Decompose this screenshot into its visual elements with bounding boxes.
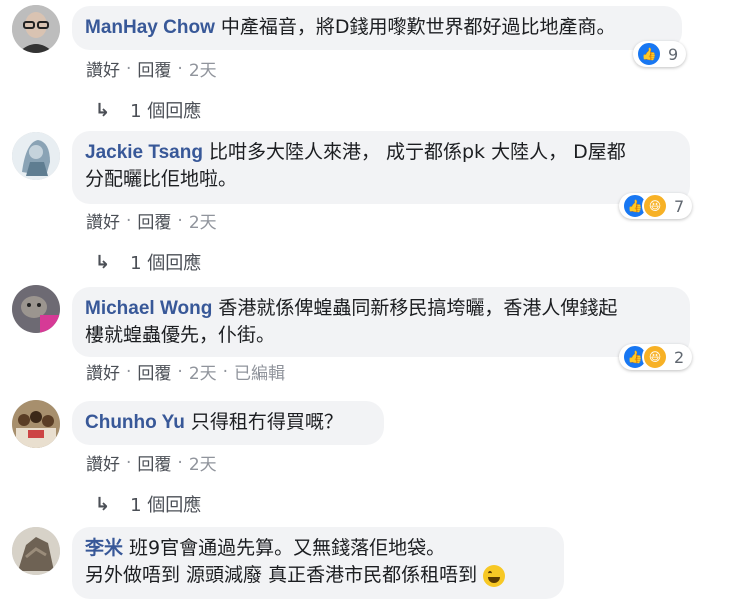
haha-reaction-icon: 😆 — [642, 193, 668, 219]
comment-text: 香港就係俾蝗蟲同新移民搞垮曬，香港人俾錢起 — [218, 297, 618, 319]
timestamp[interactable]: 2天 — [189, 208, 217, 233]
avatar[interactable] — [12, 5, 60, 53]
view-replies[interactable]: ↳ 1 個回應 — [95, 97, 201, 123]
reply-arrow-icon: ↳ — [95, 99, 111, 121]
replies-count[interactable]: 1 個回應 — [130, 97, 201, 123]
avatar[interactable] — [12, 527, 60, 575]
timestamp[interactable]: 2天 — [189, 56, 217, 81]
edited-label[interactable]: 已編輯 — [234, 359, 285, 384]
reaction-badge[interactable]: 👍 😆 2 — [619, 344, 693, 370]
laughing-emoji-icon — [483, 564, 506, 587]
avatar[interactable] — [12, 400, 60, 448]
comment-author[interactable]: 李米 — [85, 538, 123, 559]
comment-bubble: Jackie Tsang 比咁多大陸人來港， 成亍都係pk 大陸人， D屋都 分配… — [72, 131, 690, 204]
reply-link[interactable]: 回覆 — [137, 56, 171, 81]
like-reaction-icon: 👍 — [636, 41, 662, 67]
view-replies[interactable]: ↳ 1 個回應 — [95, 491, 201, 517]
avatar[interactable] — [12, 285, 60, 333]
timestamp[interactable]: 2天 — [189, 359, 217, 384]
comment-bubble: Chunho Yu 只得租冇得買嘅？ — [72, 401, 384, 445]
reaction-badge[interactable]: 👍 9 — [633, 41, 687, 67]
reaction-badge[interactable]: 👍 😆 7 — [619, 193, 693, 219]
replies-count[interactable]: 1 個回應 — [130, 491, 201, 517]
reaction-count: 9 — [668, 44, 679, 64]
comment-author[interactable]: ManHay Chow — [85, 17, 215, 38]
comment-author[interactable]: Michael Wong — [85, 298, 212, 319]
reaction-count: 7 — [674, 196, 685, 216]
comment-bubble: 李米 班9官會通過先算。又無錢落佢地袋。 另外做唔到 源頭減廢 真正香港市民都係租… — [72, 527, 564, 599]
comment-bubble: ManHay Chow 中產福音，將D錢用嚟歎世界都好過比地產商。 — [72, 6, 682, 50]
comment-text: 比咁多大陸人來港， 成亍都係pk 大陸人， D屋都 — [208, 141, 626, 163]
reply-arrow-icon: ↳ — [95, 251, 111, 273]
replies-count[interactable]: 1 個回應 — [130, 249, 201, 275]
comment-author[interactable]: Chunho Yu — [85, 412, 185, 433]
like-link[interactable]: 讚好 — [86, 56, 120, 81]
like-link[interactable]: 讚好 — [86, 359, 120, 384]
comment-actions: 讚好 · 回覆 · 2天 — [86, 450, 217, 476]
comment-text: 另外做唔到 源頭減廢 真正香港市民都係租唔到 — [85, 564, 478, 586]
reply-arrow-icon: ↳ — [95, 493, 111, 515]
comment-actions: 讚好 · 回覆 · 2天 · 已編輯 — [86, 359, 285, 385]
timestamp[interactable]: 2天 — [189, 450, 217, 475]
like-link[interactable]: 讚好 — [86, 450, 120, 475]
comment-actions: 讚好 · 回覆 · 2天 — [86, 208, 217, 234]
comment-bubble: Michael Wong 香港就係俾蝗蟲同新移民搞垮曬，香港人俾錢起 樓就蝗蟲優先… — [72, 287, 690, 357]
comment-text: 分配曬比佢地啦。 — [85, 168, 238, 190]
comment-author[interactable]: Jackie Tsang — [85, 142, 203, 163]
haha-reaction-icon: 😆 — [642, 344, 668, 370]
comment-text: 樓就蝗蟲優先，仆街。 — [85, 324, 276, 346]
avatar[interactable] — [12, 132, 60, 180]
reply-link[interactable]: 回覆 — [137, 450, 171, 475]
comment-text: 中產福音，將D錢用嚟歎世界都好過比地產商。 — [220, 16, 616, 38]
reaction-count: 2 — [674, 347, 685, 367]
reply-link[interactable]: 回覆 — [137, 359, 171, 384]
view-replies[interactable]: ↳ 1 個回應 — [95, 249, 201, 275]
comment-text: 班9官會通過先算。又無錢落佢地袋。 — [129, 537, 446, 559]
comment-text: 只得租冇得買嘅？ — [190, 411, 343, 433]
comment-actions: 讚好 · 回覆 · 2天 — [86, 56, 217, 82]
like-link[interactable]: 讚好 — [86, 208, 120, 233]
reply-link[interactable]: 回覆 — [137, 208, 171, 233]
